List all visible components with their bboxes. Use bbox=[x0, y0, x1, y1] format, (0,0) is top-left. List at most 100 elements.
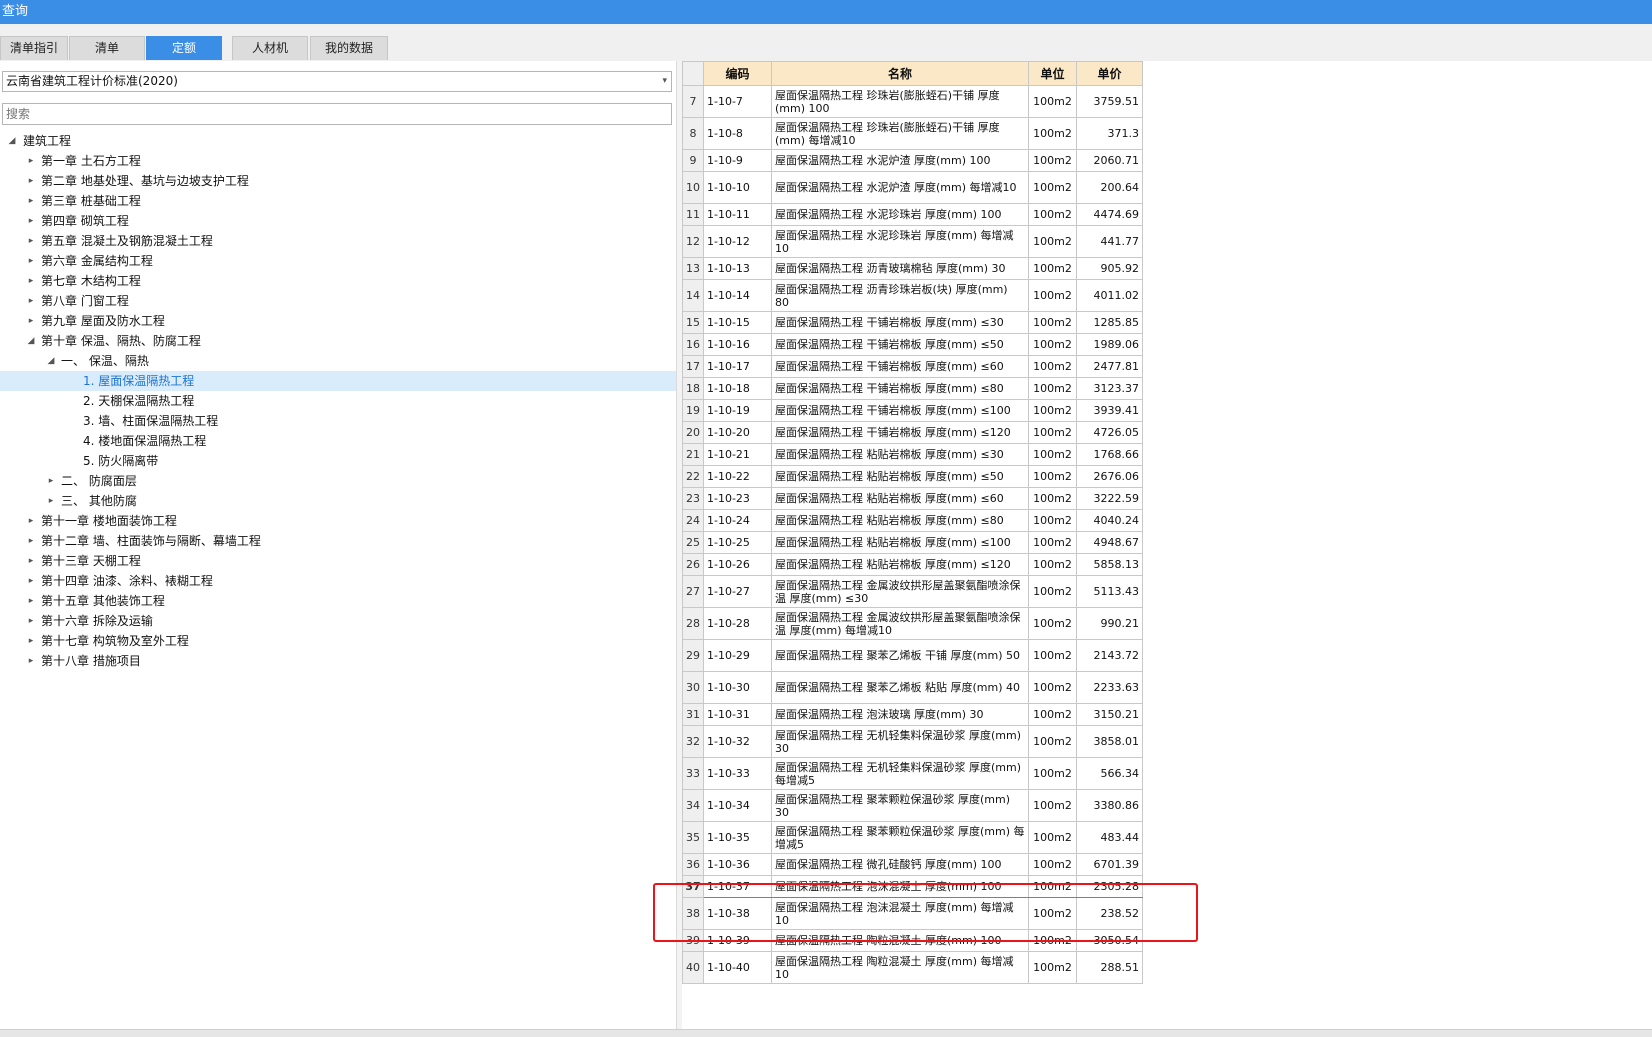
cell-unit[interactable]: 100m2 bbox=[1028, 149, 1077, 172]
collapsed-arrow-icon[interactable]: ▸ bbox=[25, 191, 37, 211]
cell-name[interactable]: 屋面保温隔热工程 沥青珍珠岩板(块) 厚度(mm) 80 bbox=[771, 279, 1029, 312]
cell-code[interactable]: 1-10-14 bbox=[703, 279, 772, 312]
tree-node[interactable]: ▸ 第八章 门窗工程 bbox=[0, 291, 676, 311]
table-row[interactable]: 16 1-10-16 屋面保温隔热工程 干铺岩棉板 厚度(mm) ≤50 100m2 1… bbox=[682, 333, 1143, 356]
cell-price[interactable]: 5113.43 bbox=[1076, 575, 1143, 608]
cell-price[interactable]: 3939.41 bbox=[1076, 399, 1143, 422]
table-row[interactable]: 19 1-10-19 屋面保温隔热工程 干铺岩棉板 厚度(mm) ≤100 100m2… bbox=[682, 399, 1143, 422]
cell-name[interactable]: 屋面保温隔热工程 干铺岩棉板 厚度(mm) ≤30 bbox=[771, 311, 1029, 334]
expanded-arrow-icon[interactable]: ◢ bbox=[25, 331, 37, 351]
tree-node[interactable]: ▸ 二、 防腐面层 bbox=[0, 471, 676, 491]
cell-code[interactable]: 1-10-24 bbox=[703, 509, 772, 532]
cell-name[interactable]: 屋面保温隔热工程 无机轻集料保温砂浆 厚度(mm) 30 bbox=[771, 725, 1029, 758]
standard-select[interactable]: 云南省建筑工程计价标准(2020) ▾ bbox=[2, 71, 672, 92]
cell-unit[interactable]: 100m2 bbox=[1028, 257, 1077, 280]
tree-node[interactable]: ▸ 第一章 土石方工程 bbox=[0, 151, 676, 171]
collapsed-arrow-icon[interactable]: ▸ bbox=[25, 511, 37, 531]
cell-unit[interactable]: 100m2 bbox=[1028, 757, 1077, 790]
table-row[interactable]: 34 1-10-34 屋面保温隔热工程 聚苯颗粒保温砂浆 厚度(mm) 30 100m… bbox=[682, 789, 1143, 822]
tree-node[interactable]: ▸ 第四章 砌筑工程 bbox=[0, 211, 676, 231]
cell-unit[interactable]: 100m2 bbox=[1028, 421, 1077, 444]
table-row[interactable]: 10 1-10-10 屋面保温隔热工程 水泥炉渣 厚度(mm) 每增减10 100m2… bbox=[682, 171, 1143, 204]
collapsed-arrow-icon[interactable]: ▸ bbox=[25, 571, 37, 591]
cell-code[interactable]: 1-10-21 bbox=[703, 443, 772, 466]
tree-node[interactable]: ▸ 第十八章 措施项目 bbox=[0, 651, 676, 671]
cell-price[interactable]: 1285.85 bbox=[1076, 311, 1143, 334]
cell-price[interactable]: 3123.37 bbox=[1076, 377, 1143, 400]
tree-node[interactable]: ▸ 第十二章 墙、柱面装饰与隔断、幕墙工程 bbox=[0, 531, 676, 551]
collapsed-arrow-icon[interactable]: ▸ bbox=[45, 471, 57, 491]
cell-name[interactable]: 屋面保温隔热工程 微孔硅酸钙 厚度(mm) 100 bbox=[771, 853, 1029, 876]
tree-node[interactable]: ▸ 第十四章 油漆、涂料、裱糊工程 bbox=[0, 571, 676, 591]
tree-node[interactable]: ▸ 第十六章 拆除及运输 bbox=[0, 611, 676, 631]
cell-name[interactable]: 屋面保温隔热工程 干铺岩棉板 厚度(mm) ≤100 bbox=[771, 399, 1029, 422]
tree-node[interactable]: ▸ 第五章 混凝土及钢筋混凝土工程 bbox=[0, 231, 676, 251]
collapsed-arrow-icon[interactable]: ▸ bbox=[25, 591, 37, 611]
cell-price[interactable]: 441.77 bbox=[1076, 225, 1143, 258]
cell-unit[interactable]: 100m2 bbox=[1028, 607, 1077, 640]
cell-name[interactable]: 屋面保温隔热工程 粘贴岩棉板 厚度(mm) ≤80 bbox=[771, 509, 1029, 532]
table-row[interactable]: 27 1-10-27 屋面保温隔热工程 金属波纹拱形屋盖聚氨酯喷涂保温 厚度(mm)… bbox=[682, 575, 1143, 608]
table-row[interactable]: 9 1-10-9 屋面保温隔热工程 水泥炉渣 厚度(mm) 100 100m2 2060… bbox=[682, 149, 1143, 172]
cell-code[interactable]: 1-10-23 bbox=[703, 487, 772, 510]
cell-unit[interactable]: 100m2 bbox=[1028, 117, 1077, 150]
cell-price[interactable]: 4040.24 bbox=[1076, 509, 1143, 532]
collapsed-arrow-icon[interactable]: ▸ bbox=[25, 231, 37, 251]
cell-name[interactable]: 屋面保温隔热工程 泡沫玻璃 厚度(mm) 30 bbox=[771, 703, 1029, 726]
cell-unit[interactable]: 100m2 bbox=[1028, 85, 1077, 118]
cell-name[interactable]: 屋面保温隔热工程 陶粒混凝土 厚度(mm) 100 bbox=[771, 929, 1029, 952]
cell-code[interactable]: 1-10-30 bbox=[703, 671, 772, 704]
cell-code[interactable]: 1-10-18 bbox=[703, 377, 772, 400]
table-row[interactable]: 20 1-10-20 屋面保温隔热工程 干铺岩棉板 厚度(mm) ≤120 100m2… bbox=[682, 421, 1143, 444]
cell-price[interactable]: 4948.67 bbox=[1076, 531, 1143, 554]
cell-unit[interactable]: 100m2 bbox=[1028, 465, 1077, 488]
tree-node[interactable]: 4. 楼地面保温隔热工程 bbox=[0, 431, 676, 451]
cell-name[interactable]: 屋面保温隔热工程 金属波纹拱形屋盖聚氨酯喷涂保温 厚度(mm) 每增减10 bbox=[771, 607, 1029, 640]
cell-code[interactable]: 1-10-22 bbox=[703, 465, 772, 488]
tab-materials[interactable]: 人材机 bbox=[232, 36, 308, 60]
cell-unit[interactable]: 100m2 bbox=[1028, 575, 1077, 608]
table-row[interactable]: 11 1-10-11 屋面保温隔热工程 水泥珍珠岩 厚度(mm) 100 100m2 4… bbox=[682, 203, 1143, 226]
cell-code[interactable]: 1-10-20 bbox=[703, 421, 772, 444]
table-row[interactable]: 8 1-10-8 屋面保温隔热工程 珍珠岩(膨胀蛭石)干铺 厚度(mm) 每增减10… bbox=[682, 117, 1143, 150]
cell-name[interactable]: 屋面保温隔热工程 粘贴岩棉板 厚度(mm) ≤30 bbox=[771, 443, 1029, 466]
table-row[interactable]: 38 1-10-38 屋面保温隔热工程 泡沫混凝土 厚度(mm) 每增减10 100m… bbox=[682, 897, 1143, 930]
table-row[interactable]: 35 1-10-35 屋面保温隔热工程 聚苯颗粒保温砂浆 厚度(mm) 每增减5 10… bbox=[682, 821, 1143, 854]
cell-code[interactable]: 1-10-35 bbox=[703, 821, 772, 854]
cell-name[interactable]: 屋面保温隔热工程 粘贴岩棉板 厚度(mm) ≤120 bbox=[771, 553, 1029, 576]
collapsed-arrow-icon[interactable]: ▸ bbox=[25, 211, 37, 231]
column-header-unit[interactable]: 单位 bbox=[1028, 61, 1077, 86]
cell-code[interactable]: 1-10-16 bbox=[703, 333, 772, 356]
table-row[interactable]: 29 1-10-29 屋面保温隔热工程 聚苯乙烯板 干铺 厚度(mm) 50 100m… bbox=[682, 639, 1143, 672]
cell-price[interactable]: 200.64 bbox=[1076, 171, 1143, 204]
table-row[interactable]: 12 1-10-12 屋面保温隔热工程 水泥珍珠岩 厚度(mm) 每增减10 100m… bbox=[682, 225, 1143, 258]
tree-node[interactable]: ▸ 第九章 屋面及防水工程 bbox=[0, 311, 676, 331]
cell-unit[interactable]: 100m2 bbox=[1028, 279, 1077, 312]
cell-unit[interactable]: 100m2 bbox=[1028, 487, 1077, 510]
cell-name[interactable]: 屋面保温隔热工程 泡沫混凝土 厚度(mm) 每增减10 bbox=[771, 897, 1029, 930]
cell-price[interactable]: 1768.66 bbox=[1076, 443, 1143, 466]
cell-unit[interactable]: 100m2 bbox=[1028, 225, 1077, 258]
table-row[interactable]: 25 1-10-25 屋面保温隔热工程 粘贴岩棉板 厚度(mm) ≤100 100m2… bbox=[682, 531, 1143, 554]
cell-price[interactable]: 4726.05 bbox=[1076, 421, 1143, 444]
cell-unit[interactable]: 100m2 bbox=[1028, 929, 1077, 952]
table-row[interactable]: 33 1-10-33 屋面保温隔热工程 无机轻集料保温砂浆 厚度(mm) 每增减5 1… bbox=[682, 757, 1143, 790]
cell-code[interactable]: 1-10-34 bbox=[703, 789, 772, 822]
cell-unit[interactable]: 100m2 bbox=[1028, 703, 1077, 726]
collapsed-arrow-icon[interactable]: ▸ bbox=[25, 291, 37, 311]
tree-node[interactable]: 3. 墙、柱面保温隔热工程 bbox=[0, 411, 676, 431]
tree-node[interactable]: ▸ 第二章 地基处理、基坑与边坡支护工程 bbox=[0, 171, 676, 191]
cell-code[interactable]: 1-10-11 bbox=[703, 203, 772, 226]
tab-list[interactable]: 清单 bbox=[69, 36, 145, 60]
cell-name[interactable]: 屋面保温隔热工程 聚苯颗粒保温砂浆 厚度(mm) 每增减5 bbox=[771, 821, 1029, 854]
cell-unit[interactable]: 100m2 bbox=[1028, 333, 1077, 356]
cell-unit[interactable]: 100m2 bbox=[1028, 203, 1077, 226]
search-input[interactable] bbox=[2, 103, 672, 125]
cell-unit[interactable]: 100m2 bbox=[1028, 821, 1077, 854]
tree-node[interactable]: ◢ 建筑工程 bbox=[0, 131, 676, 151]
table-row[interactable]: 26 1-10-26 屋面保温隔热工程 粘贴岩棉板 厚度(mm) ≤120 100m2… bbox=[682, 553, 1143, 576]
cell-price[interactable]: 371.3 bbox=[1076, 117, 1143, 150]
cell-price[interactable]: 2143.72 bbox=[1076, 639, 1143, 672]
cell-price[interactable]: 2676.06 bbox=[1076, 465, 1143, 488]
tree-node[interactable]: ▸ 第十三章 天棚工程 bbox=[0, 551, 676, 571]
